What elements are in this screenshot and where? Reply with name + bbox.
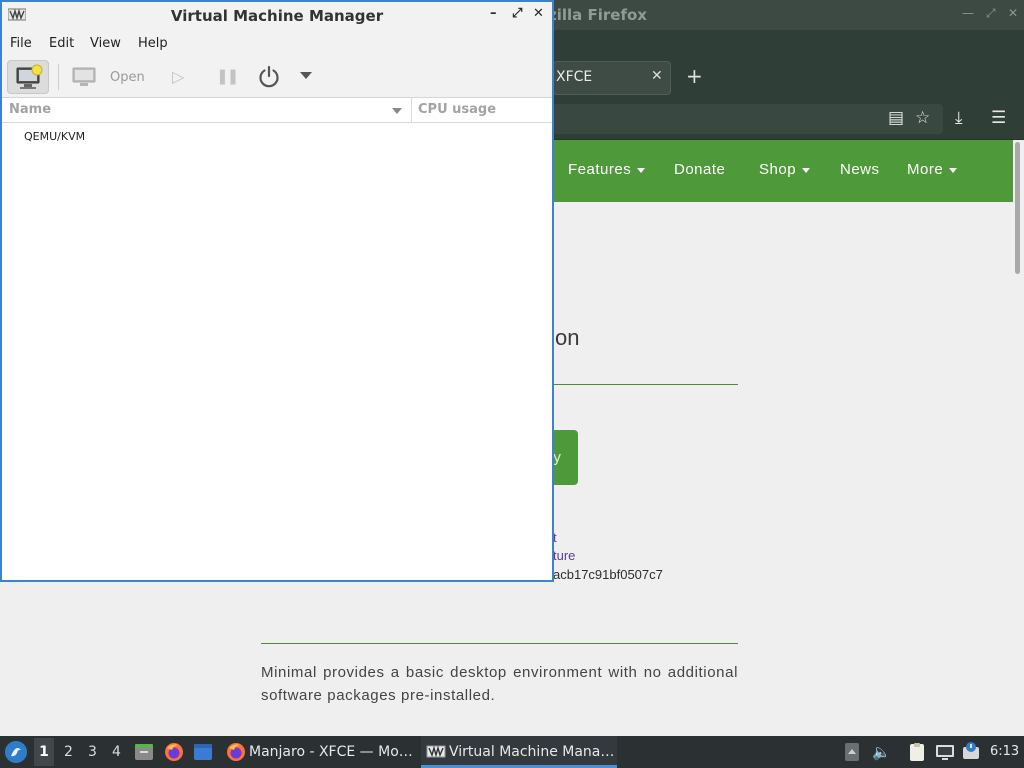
page-heading: on bbox=[555, 325, 580, 350]
menu-file[interactable]: File bbox=[10, 36, 32, 51]
nav-donate[interactable]: Donate bbox=[674, 161, 725, 178]
chevron-down-icon bbox=[802, 167, 811, 173]
vm-list-header: Name CPU usage bbox=[2, 98, 552, 123]
signature-link[interactable]: ture bbox=[553, 548, 575, 563]
virt-manager-window: Virtual Machine Manager – ⤢ ✕ File Edit … bbox=[0, 0, 554, 582]
download-button-label: y bbox=[553, 450, 562, 466]
taskbar: 1 2 3 4 Manjaro - XFCE — Mo… Virtual Mac… bbox=[0, 736, 1024, 768]
maximize-icon[interactable]: ⤢ bbox=[986, 6, 996, 21]
vmm-toolbar: Open ▷ ❚❚ bbox=[2, 56, 552, 98]
task-firefox[interactable]: Manjaro - XFCE — Mo… bbox=[222, 736, 417, 768]
firefox-icon[interactable] bbox=[164, 742, 184, 762]
workspace-3[interactable]: 3 bbox=[88, 744, 97, 760]
manjaro-menu-icon[interactable] bbox=[5, 741, 27, 763]
task-label: Manjaro - XFCE — Mo… bbox=[249, 744, 413, 760]
connection-label: QEMU/KVM bbox=[24, 130, 86, 143]
downloads-icon[interactable]: ⤓ bbox=[955, 108, 963, 128]
connection-row[interactable]: QEMU/KVM bbox=[2, 127, 552, 147]
bookmark-star-icon[interactable]: ☆ bbox=[915, 108, 930, 128]
divider bbox=[261, 643, 738, 644]
column-header-cpu-usage[interactable]: CPU usage bbox=[418, 102, 496, 117]
volume-icon[interactable]: 🔈 bbox=[872, 743, 891, 761]
terminal-icon[interactable] bbox=[193, 742, 213, 762]
column-header-name[interactable]: Name bbox=[9, 102, 51, 117]
notification-area-expand-icon[interactable] bbox=[844, 742, 860, 762]
new-tab-icon[interactable]: + bbox=[686, 64, 703, 88]
divider bbox=[553, 384, 738, 385]
open-button[interactable]: Open bbox=[110, 70, 145, 85]
browser-tab-label: XFCE bbox=[556, 69, 593, 85]
minimize-icon[interactable]: — bbox=[962, 6, 974, 20]
power-icon[interactable] bbox=[256, 64, 282, 90]
vmm-menubar: File Edit View Help bbox=[2, 30, 552, 56]
url-bar[interactable] bbox=[553, 104, 943, 134]
chevron-down-icon bbox=[637, 167, 646, 173]
workspace-4[interactable]: 4 bbox=[112, 744, 121, 760]
toolbar-separator bbox=[58, 64, 59, 90]
checksum-text: acb17c91bf0507c7 bbox=[553, 567, 663, 582]
pause-icon[interactable]: ❚❚ bbox=[216, 67, 239, 85]
updates-notification-icon[interactable] bbox=[961, 741, 981, 761]
vm-list: QEMU/KVM bbox=[2, 123, 552, 580]
menu-edit[interactable]: Edit bbox=[49, 36, 74, 51]
clock[interactable]: 6:13 bbox=[990, 744, 1019, 759]
task-virt-manager[interactable]: Virtual Machine Mana… bbox=[421, 736, 617, 768]
menu-help[interactable]: Help bbox=[138, 36, 168, 51]
nav-more[interactable]: More bbox=[907, 161, 958, 178]
vmm-window-title: Virtual Machine Manager bbox=[170, 7, 384, 25]
new-vm-button[interactable] bbox=[7, 60, 49, 94]
menu-view[interactable]: View bbox=[90, 36, 121, 51]
chevron-down-icon bbox=[949, 167, 958, 173]
edition-description: Minimal provides a basic desktop environ… bbox=[261, 664, 738, 704]
nav-news[interactable]: News bbox=[840, 161, 880, 178]
firefox-window-title: zilla Firefox bbox=[548, 6, 647, 24]
close-icon[interactable]: ✕ bbox=[1008, 6, 1018, 20]
open-vm-icon[interactable] bbox=[72, 67, 96, 87]
new-vm-icon bbox=[16, 64, 43, 89]
clipboard-icon[interactable] bbox=[907, 742, 927, 762]
tab-close-icon[interactable]: ✕ bbox=[651, 68, 663, 84]
maximize-icon[interactable]: ⤢ bbox=[512, 6, 522, 21]
vmm-titlebar[interactable]: Virtual Machine Manager – ⤢ ✕ bbox=[2, 2, 552, 30]
reader-view-icon[interactable]: ▤ bbox=[888, 108, 904, 128]
virt-manager-icon bbox=[426, 745, 446, 758]
shutdown-menu-chevron-icon[interactable] bbox=[300, 72, 312, 79]
run-icon[interactable]: ▷ bbox=[172, 67, 184, 86]
task-label: Virtual Machine Mana… bbox=[449, 744, 615, 760]
sort-chevron-down-icon[interactable] bbox=[392, 108, 402, 114]
column-divider[interactable] bbox=[411, 98, 412, 123]
nav-features[interactable]: Features bbox=[568, 161, 646, 178]
file-manager-icon[interactable] bbox=[134, 742, 154, 762]
workspace-1[interactable]: 1 bbox=[34, 738, 54, 766]
desktop-screen: zilla Firefox — ⤢ ✕ XFCE ✕ + ▤ ☆ ⤓ ☰ Fea… bbox=[0, 0, 1024, 768]
close-icon[interactable]: ✕ bbox=[533, 6, 544, 21]
workspace-2[interactable]: 2 bbox=[64, 744, 73, 760]
minimize-icon[interactable]: – bbox=[490, 6, 497, 21]
hamburger-menu-icon[interactable]: ☰ bbox=[991, 108, 1006, 128]
firefox-icon bbox=[227, 743, 245, 761]
nav-shop[interactable]: Shop bbox=[759, 161, 811, 178]
network-icon[interactable] bbox=[934, 742, 956, 762]
page-scrollbar-thumb[interactable] bbox=[1015, 142, 1020, 274]
